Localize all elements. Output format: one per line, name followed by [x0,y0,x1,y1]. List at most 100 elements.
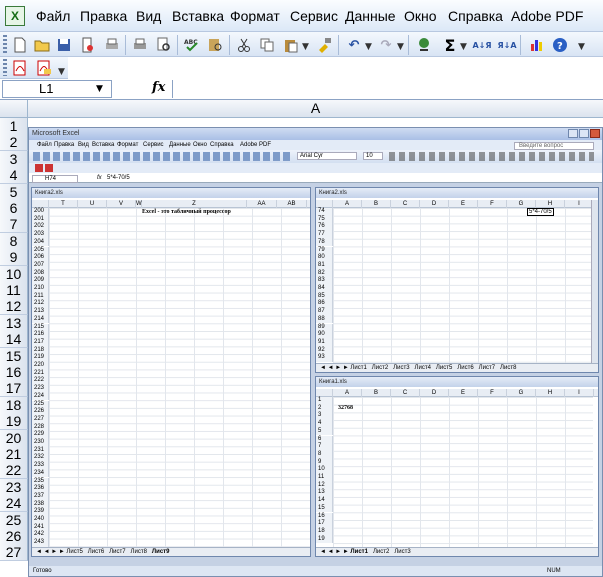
redo-icon[interactable]: ↷ [376,35,396,55]
row-header[interactable]: 11 [0,282,28,299]
standard-toolbar: ABC ▼ ↶ ▼ ↷ ▼ Σ ▼ А↓Я Я↓А ? ▼ [0,32,603,57]
menu-adobe-pdf[interactable]: Adobe PDF [511,8,583,24]
menu-help[interactable]: Справка [448,8,503,24]
window-active-cell: 5*4-70/5 [527,208,554,216]
row-header[interactable]: 26 [0,528,28,545]
row-number: 222 [32,377,49,386]
open-folder-icon[interactable] [32,35,52,55]
cut-icon[interactable] [234,35,254,55]
toolbar-options-icon[interactable]: ▼ [578,42,585,52]
undo-dropdown-icon[interactable]: ▼ [365,42,372,52]
row-header[interactable]: 1 [0,118,28,135]
undo-icon[interactable]: ↶ [344,35,364,55]
row-header[interactable]: 17 [0,380,28,398]
format-painter-icon[interactable] [315,35,335,55]
formula-bar: L1 ▼ fx [0,79,603,100]
new-document-icon[interactable] [10,35,30,55]
row-header[interactable]: 13 [0,314,28,332]
sort-ascending-icon[interactable]: А↓Я [472,35,492,55]
row-header[interactable]: 22 [0,462,28,480]
row-number: 89 [316,323,333,332]
row-header[interactable]: 23 [0,478,28,496]
embedded-pdf-icon [35,164,43,172]
row-header[interactable]: 10 [0,265,28,283]
row-header[interactable]: 25 [0,511,28,529]
menu-view[interactable]: Вид [136,8,161,24]
row-header[interactable]: 3 [0,150,28,168]
column-header-a[interactable]: A [28,100,603,118]
research-icon[interactable] [205,35,225,55]
column-header-bar: A [0,100,603,118]
autosum-dropdown-icon[interactable]: ▼ [460,42,467,52]
embedded-toolbar-icons [33,152,293,161]
column-header: E [449,200,478,208]
print-preview-zoom-icon[interactable] [154,35,174,55]
row-header[interactable]: 15 [0,347,28,365]
embedded-window-right-top: Книга2.xls ABCDEFGHI 5*4-70/5 ◄ ◄ ► ► Ли… [315,187,599,373]
chart-wizard-icon[interactable] [527,35,547,55]
row-header[interactable]: 7 [0,216,28,234]
window-column-headers: ABCDEFGHI [316,389,598,397]
menu-tools[interactable]: Сервис [290,8,338,24]
row-header[interactable]: 8 [0,232,28,250]
save-icon[interactable] [54,35,74,55]
row-number: 219 [32,354,49,362]
row-header[interactable]: 14 [0,331,28,349]
menu-edit[interactable]: Правка [80,8,127,24]
print-icon[interactable] [102,35,122,55]
convert-to-pdf-icon[interactable] [10,58,30,78]
row-header[interactable]: 27 [0,544,28,562]
paste-icon[interactable] [281,35,301,55]
row-header[interactable]: 20 [0,429,28,447]
embedded-excel-screenshot[interactable]: Microsoft Excel Файл Правка Вид Вставка … [28,127,603,577]
row-number: 242 [32,531,49,540]
embedded-format-icons [389,152,594,161]
autosum-icon[interactable]: Σ [440,35,460,55]
embedded-fx-icon: fx [97,175,102,181]
row-header[interactable]: 19 [0,413,28,431]
formula-input[interactable] [172,80,601,98]
row-header[interactable]: 24 [0,495,28,513]
print-preview-icon[interactable] [130,35,150,55]
window-column-headers: T U V W Z AA AB [32,200,310,208]
row-header[interactable]: 5 [0,183,28,201]
row-header[interactable]: 16 [0,364,28,381]
menu-window[interactable]: Окно [404,8,437,24]
row-number: 224 [32,392,49,401]
row-header[interactable]: 6 [0,200,28,217]
row-number: 93 [316,354,333,362]
copy-icon[interactable] [257,35,277,55]
embedded-menu-adobe: Adobe PDF [240,142,272,148]
pdf-toolbar-options-icon[interactable]: ▼ [58,67,65,77]
spelling-icon[interactable]: ABC [182,35,202,55]
menu-file[interactable]: Файл [36,8,70,24]
excel-app-icon[interactable]: X [5,6,25,26]
hyperlink-icon[interactable] [414,35,434,55]
sort-descending-icon[interactable]: Я↓А [497,35,517,55]
row-number: 229 [32,431,49,439]
menu-format[interactable]: Формат [230,8,280,24]
paste-dropdown-icon[interactable]: ▼ [302,42,309,52]
embedded-formula-value: 5*4-70/5 [107,175,130,181]
row-header[interactable]: 18 [0,396,28,414]
menu-insert[interactable]: Вставка [172,8,224,24]
menu-data[interactable]: Данные [345,8,396,24]
select-all-corner[interactable] [0,100,28,118]
permission-icon[interactable] [78,35,98,55]
window-grid [333,208,593,364]
column-header: D [420,389,449,397]
redo-dropdown-icon[interactable]: ▼ [397,42,404,52]
embedded-menu-insert: Вставка [92,142,115,148]
row-header[interactable]: 9 [0,249,28,267]
convert-and-email-pdf-icon[interactable] [34,58,54,78]
row-header[interactable]: 21 [0,446,28,463]
row-header[interactable]: 2 [0,134,28,152]
name-box-dropdown-icon[interactable]: ▼ [96,84,103,94]
toolbar-grip[interactable] [3,59,7,76]
toolbar-grip[interactable] [3,35,7,55]
help-icon[interactable]: ? [550,35,570,55]
insert-function-icon[interactable]: fx [152,80,165,95]
row-header[interactable]: 12 [0,298,28,316]
row-header[interactable]: 4 [0,167,28,185]
sheet-tabs: ◄ ◄ ► ► Лист1 Лист2 Лист3 [316,547,598,556]
